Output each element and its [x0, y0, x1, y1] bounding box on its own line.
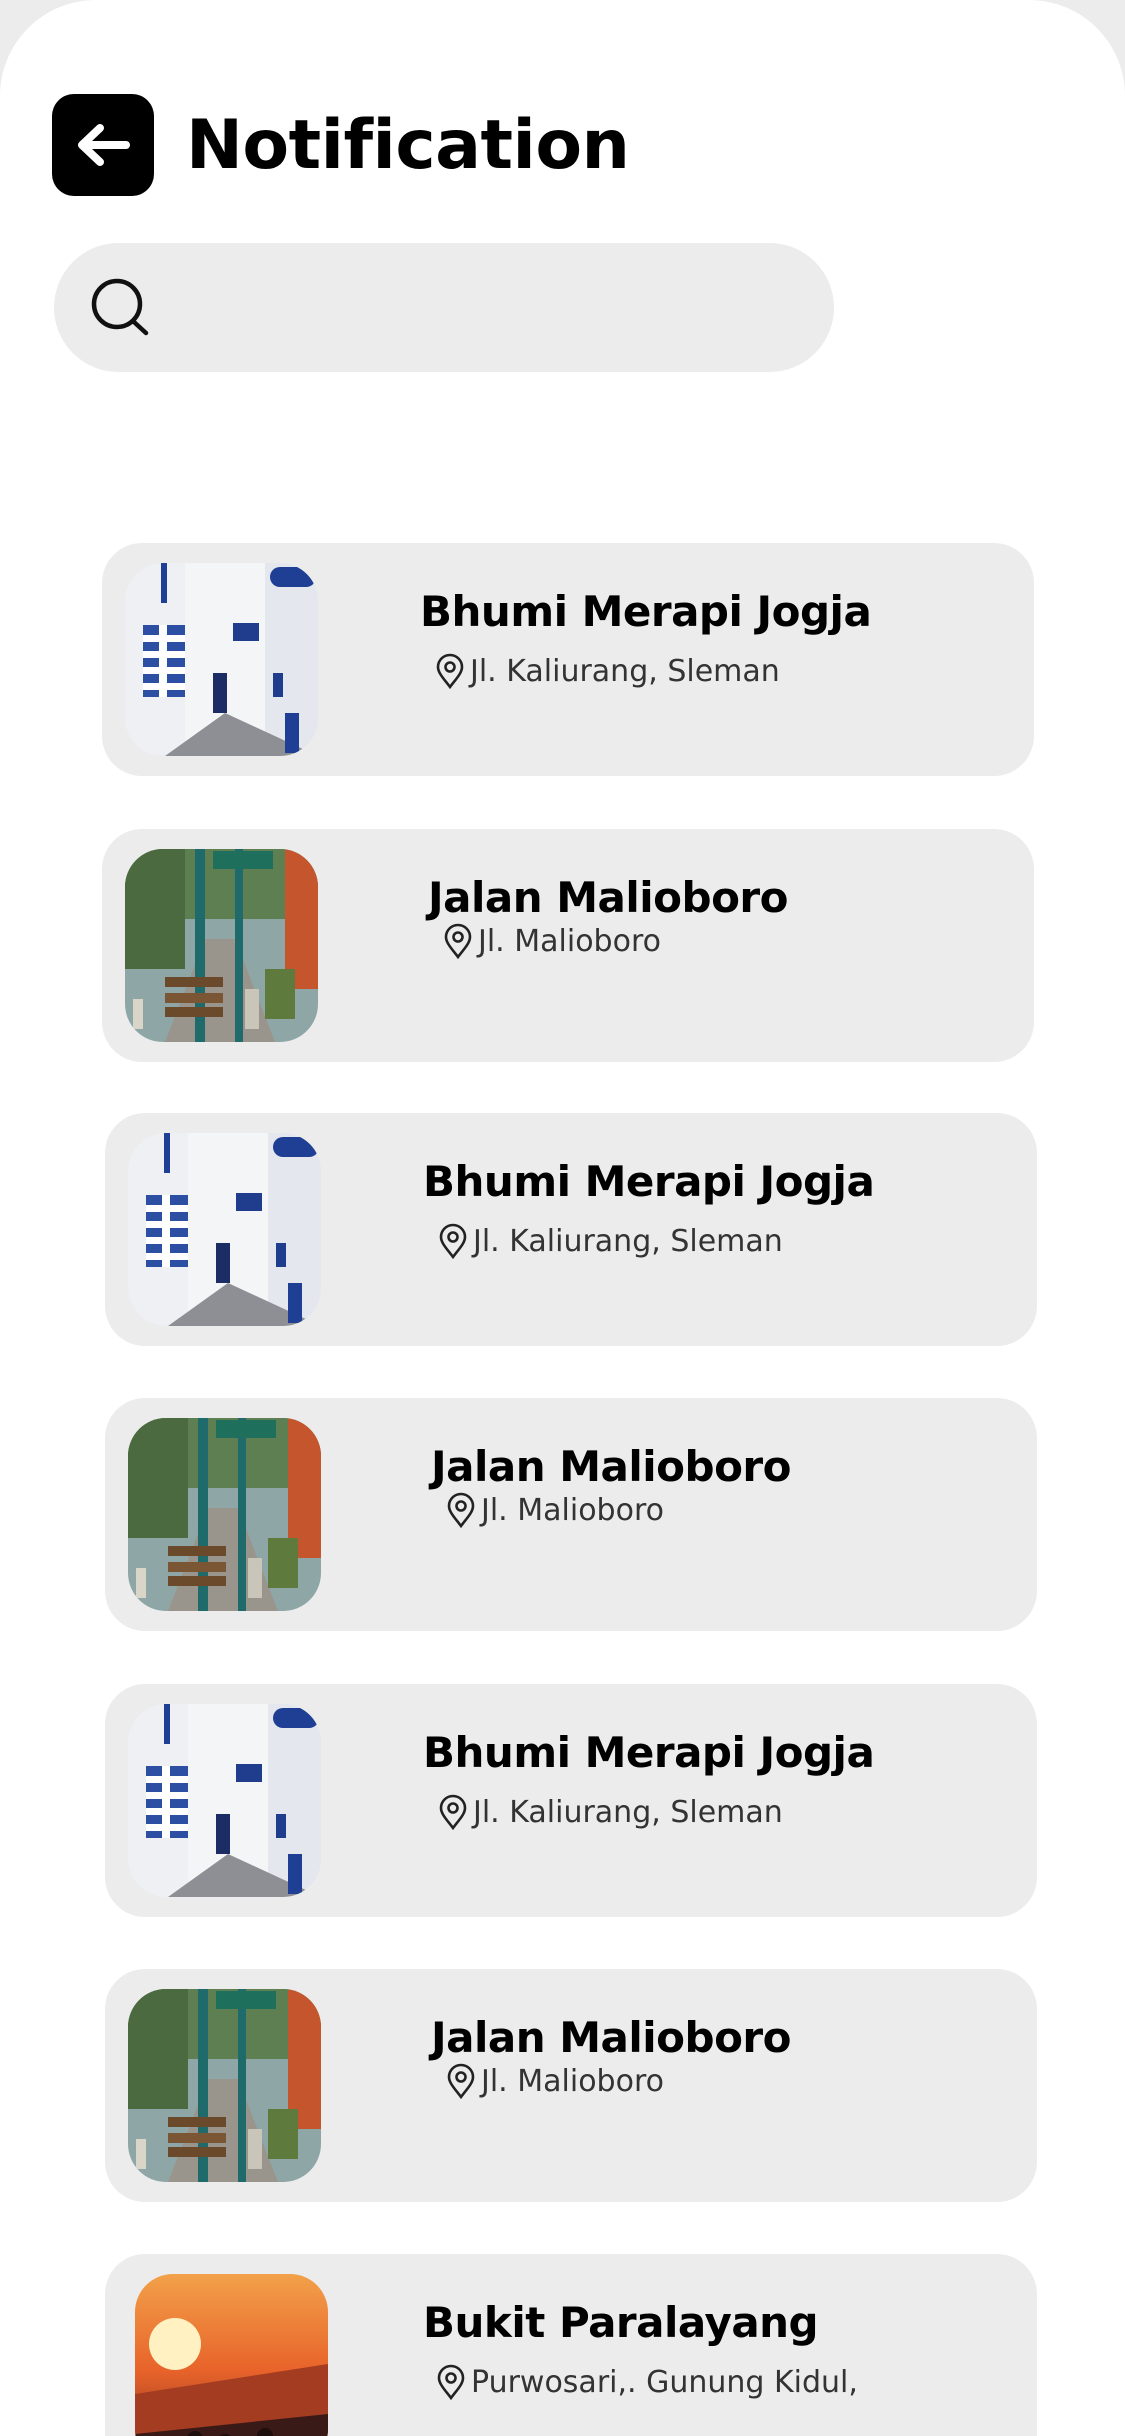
location-text: Jl. Kaliurang, Sleman: [473, 1223, 783, 1259]
notification-location: Jl. Malioboro: [445, 1492, 664, 1528]
notification-title: Jalan Malioboro: [431, 2013, 792, 2062]
location-pin-icon: [439, 1794, 467, 1830]
notification-location: Jl. Kaliurang, Sleman: [437, 1223, 783, 1259]
notification-location: Purwosari,. Gunung Kidul,: [435, 2364, 858, 2400]
location-pin-icon: [447, 1492, 475, 1528]
location-pin-icon: [437, 2364, 465, 2400]
location-text: Jl. Malioboro: [478, 923, 661, 959]
search-icon: [91, 278, 149, 336]
malioboro-street-photo: [128, 1418, 321, 1611]
location-text: Jl. Kaliurang, Sleman: [473, 1794, 783, 1830]
malioboro-street-photo: [128, 1989, 321, 2182]
location-pin-icon: [444, 923, 472, 959]
notification-title: Bukit Paralayang: [423, 2298, 819, 2347]
notification-card[interactable]: Bhumi Merapi Jogja Jl. Kaliurang, Sleman: [105, 1113, 1037, 1346]
notification-screen: Notification Bhumi Merapi Jogja Jl. Kali…: [0, 0, 1125, 2436]
location-text: Jl. Malioboro: [481, 2063, 664, 2099]
notification-location: Jl. Kaliurang, Sleman: [437, 1794, 783, 1830]
greek-street-photo: [125, 563, 318, 756]
location-text: Jl. Kaliurang, Sleman: [470, 653, 780, 689]
notification-title: Bhumi Merapi Jogja: [423, 1157, 875, 1206]
notification-title: Jalan Malioboro: [428, 873, 789, 922]
notification-location: Jl. Malioboro: [445, 2063, 664, 2099]
notification-title: Bhumi Merapi Jogja: [420, 587, 872, 636]
location-text: Purwosari,. Gunung Kidul,: [471, 2364, 858, 2400]
location-pin-icon: [439, 1223, 467, 1259]
greek-street-photo: [128, 1133, 321, 1326]
search-input[interactable]: [174, 273, 794, 343]
location-pin-icon: [436, 653, 464, 689]
notification-card[interactable]: Bukit Paralayang Purwosari,. Gunung Kidu…: [105, 2254, 1037, 2436]
malioboro-street-photo: [125, 849, 318, 1042]
arrow-left-icon: [78, 124, 130, 166]
location-text: Jl. Malioboro: [481, 1492, 664, 1528]
page-title: Notification: [186, 106, 630, 185]
notification-location: Jl. Kaliurang, Sleman: [434, 653, 780, 689]
sunset-cliff-photo: [135, 2274, 328, 2436]
notification-card[interactable]: Jalan Malioboro Jl. Malioboro: [102, 829, 1034, 1062]
greek-street-photo: [128, 1704, 321, 1897]
notification-title: Jalan Malioboro: [431, 1442, 792, 1491]
search-bar[interactable]: [54, 243, 834, 372]
back-button[interactable]: [52, 94, 154, 196]
location-pin-icon: [447, 2063, 475, 2099]
notification-location: Jl. Malioboro: [442, 923, 661, 959]
notification-card[interactable]: Bhumi Merapi Jogja Jl. Kaliurang, Sleman: [105, 1684, 1037, 1917]
notification-card[interactable]: Jalan Malioboro Jl. Malioboro: [105, 1969, 1037, 2202]
notification-card[interactable]: Jalan Malioboro Jl. Malioboro: [105, 1398, 1037, 1631]
notification-title: Bhumi Merapi Jogja: [423, 1728, 875, 1777]
notification-card[interactable]: Bhumi Merapi Jogja Jl. Kaliurang, Sleman: [102, 543, 1034, 776]
